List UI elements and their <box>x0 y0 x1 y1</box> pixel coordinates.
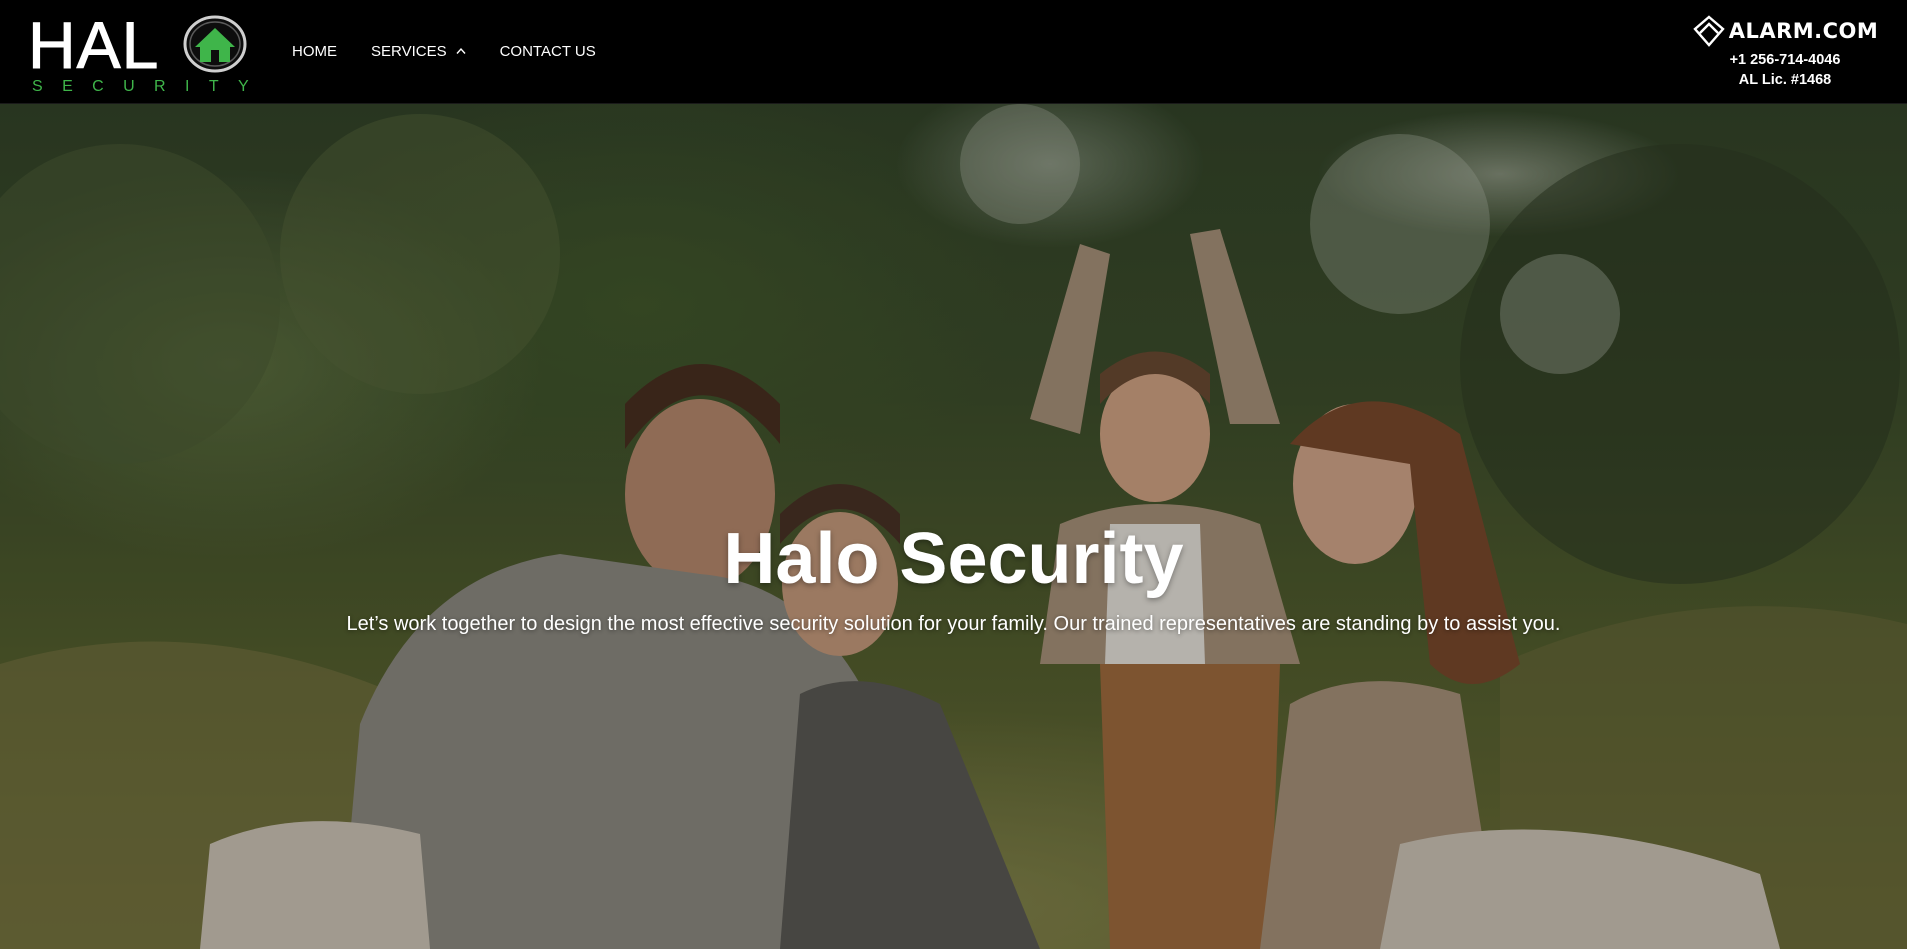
nav-item-contact-us[interactable]: CONTACT US <box>500 43 596 60</box>
main-navigation: HOME SERVICES CONTACT US <box>292 0 630 102</box>
phone-number[interactable]: +1 256-714-4046 <box>1685 50 1885 70</box>
logo-wordmark: HAL <box>27 8 160 82</box>
logo-tagline: SECURITY <box>32 78 269 95</box>
nav-item-services[interactable]: SERVICES <box>371 43 466 60</box>
nav-item-label: SERVICES <box>371 42 447 60</box>
license-number: AL Lic. #1468 <box>1738 72 1832 88</box>
hero-subtitle: Let’s work together to design the most e… <box>346 613 1561 635</box>
nav-item-label: HOME <box>292 42 337 60</box>
hero-title: Halo Security <box>723 519 1184 599</box>
site-header: HAL SECURITY HOME SERVICES CONTACT US AL… <box>0 0 1907 104</box>
alarm-com-logo-icon <box>1693 15 1725 47</box>
halo-security-logo[interactable]: HAL SECURITY <box>27 8 269 96</box>
chevron-up-icon <box>456 47 466 54</box>
hero-section: Halo Security Let’s work together to des… <box>0 104 1907 949</box>
alarm-com-wordmark: ALARM.COM <box>1728 19 1879 43</box>
nav-item-home[interactable]: HOME <box>292 43 337 60</box>
house-globe-icon <box>183 15 247 73</box>
partner-info: ALARM.COM +1 256-714-4046 AL Lic. #1468 <box>1685 14 1885 90</box>
nav-item-label: CONTACT US <box>499 42 596 60</box>
alarm-com-logo[interactable]: ALARM.COM <box>1685 14 1885 48</box>
